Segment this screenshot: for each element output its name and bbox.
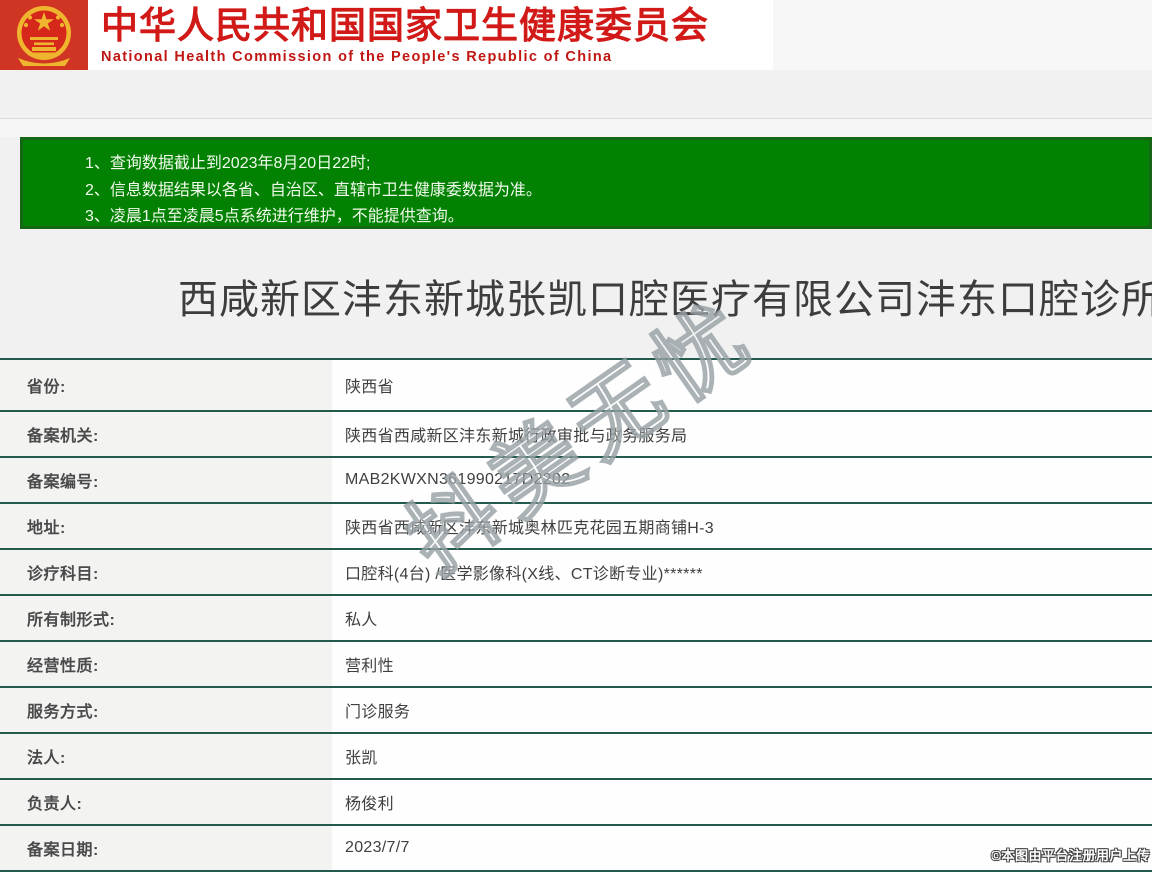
- table-row-legal-person: 法人: 张凯: [0, 734, 1152, 780]
- notice-line-2: 2、信息数据结果以各省、自治区、直辖市卫生健康委数据为准。: [85, 181, 542, 199]
- header-band: 中华人民共和国国家卫生健康委员会 National Health Commiss…: [0, 0, 1152, 70]
- image-credit: ©本图由平台注册用户上传: [991, 848, 1150, 863]
- table-row-ownership: 所有制形式: 私人: [0, 596, 1152, 642]
- notice-box: 1、查询数据截止到2023年8月20日22时; 2、信息数据结果以各省、自治区、…: [20, 137, 1152, 229]
- notice-line-3: 3、凌晨1点至凌晨5点系统进行维护，不能提供查询。: [85, 208, 464, 225]
- row-value: 门诊服务: [332, 688, 1152, 732]
- row-value: 私人: [332, 596, 1152, 640]
- row-value: 陕西省: [332, 360, 1152, 410]
- header-titles: 中华人民共和国国家卫生健康委员会 National Health Commiss…: [88, 0, 709, 65]
- record-table: 省份: 陕西省 备案机关: 陕西省西咸新区沣东新城行政审批与政务服务局 备案编号…: [0, 358, 1152, 872]
- row-label: 省份:: [0, 360, 332, 410]
- page-title: 西咸新区沣东新城张凯口腔医疗有限公司沣东口腔诊所: [178, 278, 1152, 322]
- row-value: 张凯: [332, 734, 1152, 778]
- table-row-filing-authority: 备案机关: 陕西省西咸新区沣东新城行政审批与政务服务局: [0, 412, 1152, 458]
- row-label: 备案编号:: [0, 458, 332, 502]
- table-row-business-nature: 经营性质: 营利性: [0, 642, 1152, 688]
- table-row-filing-number: 备案编号: MAB2KWXN361990217D2202: [0, 458, 1152, 504]
- row-label: 备案机关:: [0, 412, 332, 456]
- site-header: 中华人民共和国国家卫生健康委员会 National Health Commiss…: [0, 0, 773, 70]
- notice-line-1: 1、查询数据截止到2023年8月20日22时;: [85, 155, 371, 172]
- row-value: 营利性: [332, 642, 1152, 686]
- row-value: 杨俊利: [332, 780, 1152, 824]
- row-label: 负责人:: [0, 780, 332, 824]
- row-label: 经营性质:: [0, 642, 332, 686]
- site-title-cn: 中华人民共和国国家卫生健康委员会: [101, 5, 709, 46]
- table-row-service-mode: 服务方式: 门诊服务: [0, 688, 1152, 734]
- site-title-en: National Health Commission of the People…: [101, 49, 613, 65]
- row-label: 法人:: [0, 734, 332, 778]
- table-row-filing-date: 备案日期: 2023/7/7: [0, 826, 1152, 872]
- table-row-departments: 诊疗科目: 口腔科(4台) /医学影像科(X线、CT诊断专业)******: [0, 550, 1152, 596]
- table-row-province: 省份: 陕西省: [0, 360, 1152, 412]
- row-value: 口腔科(4台) /医学影像科(X线、CT诊断专业)******: [332, 550, 1152, 594]
- row-value: 陕西省西咸新区沣东新城奥林匹克花园五期商铺H-3: [332, 504, 1152, 548]
- row-label: 诊疗科目:: [0, 550, 332, 594]
- row-label: 备案日期:: [0, 826, 332, 870]
- row-label: 所有制形式:: [0, 596, 332, 640]
- row-value: 陕西省西咸新区沣东新城行政审批与政务服务局: [332, 412, 1152, 456]
- page-title-wrap: 西咸新区沣东新城张凯口腔医疗有限公司沣东口腔诊所: [0, 272, 1152, 334]
- row-label: 地址:: [0, 504, 332, 548]
- national-emblem-icon: [0, 0, 88, 70]
- table-row-address: 地址: 陕西省西咸新区沣东新城奥林匹克花园五期商铺H-3: [0, 504, 1152, 550]
- table-row-person-in-charge: 负责人: 杨俊利: [0, 780, 1152, 826]
- row-value: MAB2KWXN361990217D2202: [332, 458, 1152, 502]
- row-label: 服务方式:: [0, 688, 332, 732]
- sub-band: [0, 119, 1152, 137]
